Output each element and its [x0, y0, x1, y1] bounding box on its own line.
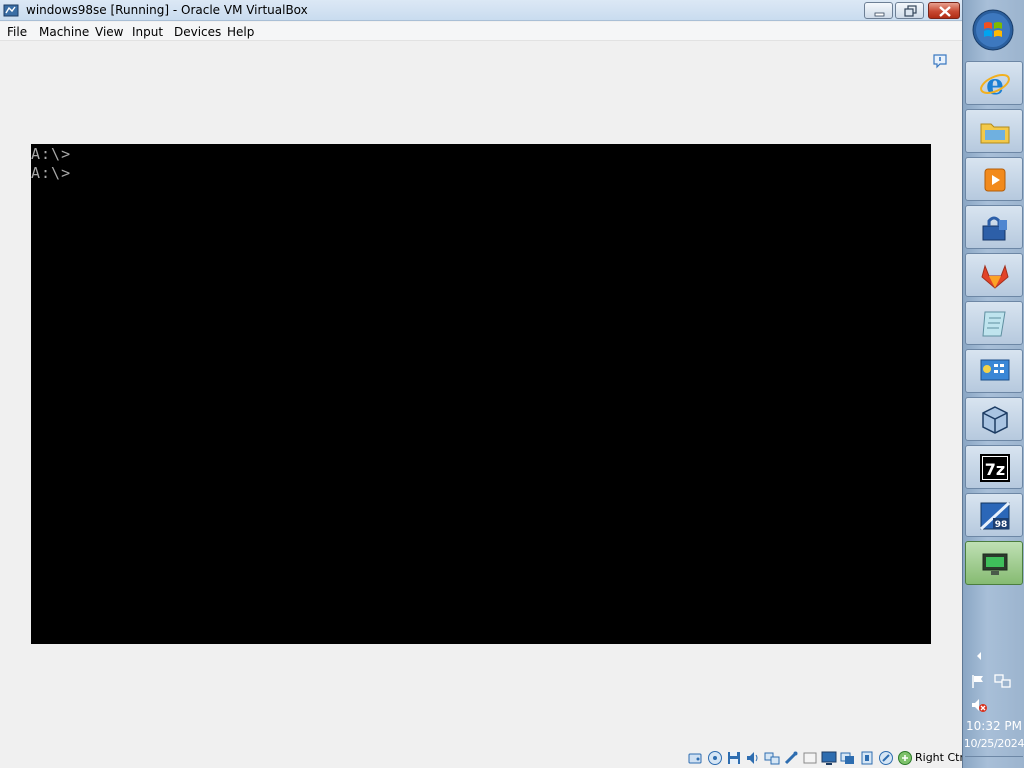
taskbar: e 7z 98 10:32 PM 10/25/2024	[962, 0, 1024, 768]
taskbar-virtualbox[interactable]	[965, 397, 1023, 441]
cpu-icon[interactable]	[859, 750, 875, 766]
show-desktop-button[interactable]	[965, 756, 1023, 766]
menu-view[interactable]: View	[95, 25, 123, 39]
notepad-icon	[982, 311, 1006, 337]
host-key-label: Right Ctrl	[915, 751, 968, 764]
title-bar[interactable]: windows98se [Running] - Oracle VM Virtua…	[0, 0, 962, 21]
clock-time[interactable]: 10:32 PM	[963, 719, 1024, 733]
media-player-icon	[984, 168, 1006, 192]
status-bar: Right Ctrl	[0, 746, 967, 768]
mouse-integration-icon[interactable]	[878, 750, 894, 766]
clock-date[interactable]: 10/25/2024	[963, 737, 1024, 750]
virtualbox-window: windows98se [Running] - Oracle VM Virtua…	[0, 0, 967, 768]
internet-explorer-icon: e	[980, 68, 1010, 100]
taskbar-control-panel[interactable]	[965, 349, 1023, 393]
taskbar-file-explorer[interactable]	[965, 109, 1023, 153]
windows98-icon: 98	[979, 501, 1011, 531]
file-explorer-icon	[980, 123, 1010, 144]
close-icon	[939, 6, 951, 17]
virtualbox-app-icon	[3, 4, 19, 17]
minimize-icon	[874, 12, 885, 17]
lock-app-icon	[982, 216, 1007, 241]
vm-window-icon	[982, 553, 1008, 575]
virtualbox-icon	[982, 406, 1008, 434]
network-adapter-icon[interactable]	[764, 750, 780, 766]
tray-expand-icon[interactable]	[974, 650, 984, 662]
menu-machine[interactable]: Machine	[39, 25, 89, 39]
minimize-button[interactable]	[864, 2, 893, 19]
taskbar-internet-explorer[interactable]: e	[965, 61, 1023, 105]
window-title: windows98se [Running] - Oracle VM Virtua…	[26, 3, 308, 17]
control-panel-icon	[980, 359, 1010, 381]
restore-icon	[904, 5, 917, 17]
floppy-icon[interactable]	[726, 750, 742, 766]
taskbar-notepad[interactable]	[965, 301, 1023, 345]
svg-text:98: 98	[995, 520, 1008, 530]
taskbar-vm-window[interactable]	[965, 541, 1023, 585]
guest-display[interactable]: A:\> A:\>	[31, 144, 931, 644]
taskbar-7zip[interactable]: 7z	[965, 445, 1023, 489]
svg-text:7z: 7z	[985, 460, 1005, 479]
display-icon[interactable]	[821, 750, 837, 766]
svg-text:e: e	[986, 68, 1004, 100]
notification-icon[interactable]	[932, 53, 948, 69]
host-key-icon[interactable]	[897, 750, 913, 766]
taskbar-gitlab[interactable]	[965, 253, 1023, 297]
restore-button[interactable]	[895, 2, 924, 19]
menu-bar: File Machine View Input Devices Help	[0, 22, 962, 41]
menu-help[interactable]: Help	[227, 25, 254, 39]
network-icon[interactable]	[994, 673, 1012, 689]
menu-file[interactable]: File	[7, 25, 27, 39]
7zip-icon: 7z	[980, 454, 1010, 482]
action-center-flag-icon[interactable]	[970, 673, 986, 689]
taskbar-windows98[interactable]: 98	[965, 493, 1023, 537]
close-button[interactable]	[928, 2, 960, 19]
taskbar-lock-app[interactable]	[965, 205, 1023, 249]
gitlab-icon	[981, 264, 1009, 289]
audio-icon[interactable]	[745, 750, 761, 766]
dos-prompt-line: A:\>	[31, 145, 72, 163]
taskbar-media-player[interactable]	[965, 157, 1023, 201]
hard-disk-icon[interactable]	[687, 750, 703, 766]
menu-devices[interactable]: Devices	[174, 25, 221, 39]
usb-icon[interactable]	[783, 750, 799, 766]
volume-muted-icon[interactable]	[970, 697, 988, 713]
dos-prompt-line: A:\>	[31, 164, 72, 182]
menu-input[interactable]: Input	[132, 25, 163, 39]
optical-drive-icon[interactable]	[707, 750, 723, 766]
shared-folders-icon[interactable]	[802, 750, 818, 766]
start-button[interactable]	[971, 8, 1015, 52]
recording-icon[interactable]	[840, 750, 856, 766]
